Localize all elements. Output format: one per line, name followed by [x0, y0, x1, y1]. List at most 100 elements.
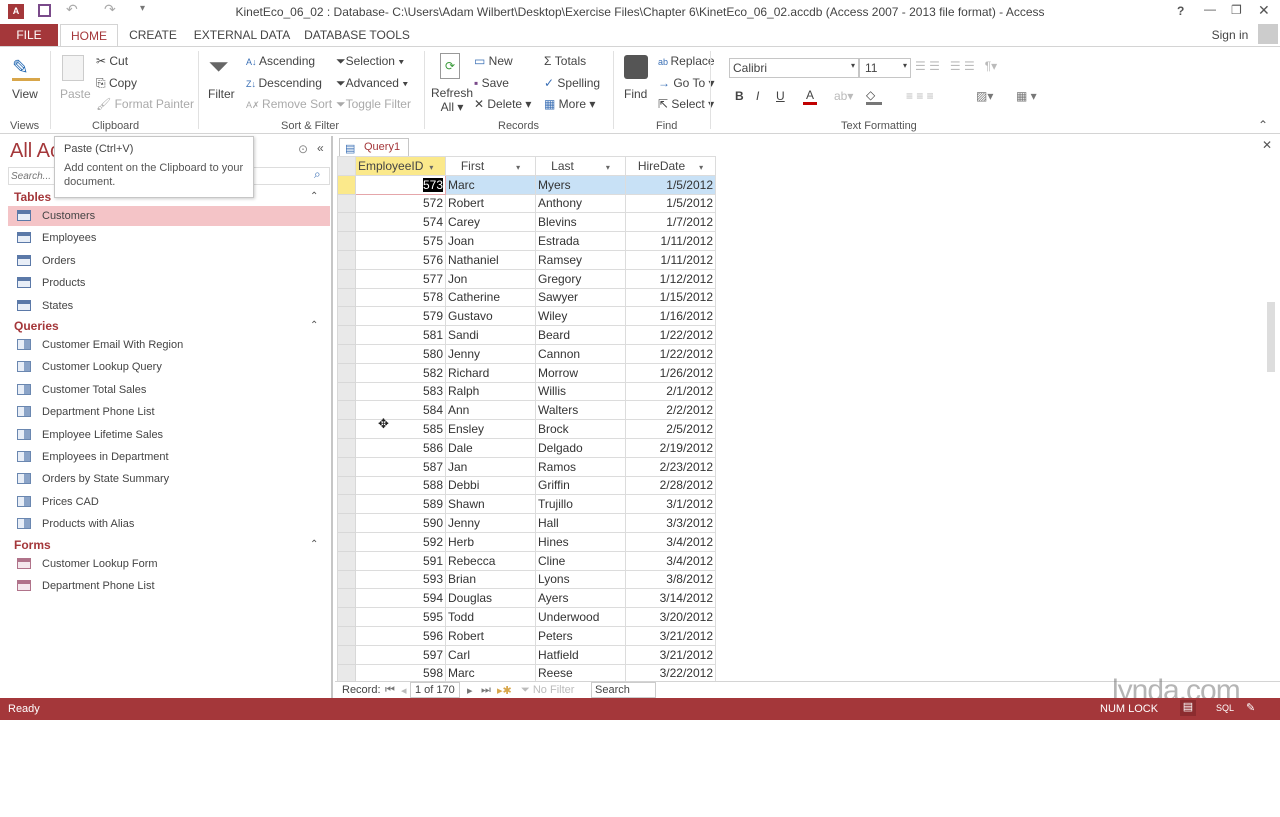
cell-hiredate[interactable]: 2/23/2012: [625, 456, 716, 477]
scroll-thumb[interactable]: [1267, 302, 1275, 372]
cell-first[interactable]: Ralph: [445, 381, 536, 402]
cell-hiredate[interactable]: 2/2/2012: [625, 400, 716, 421]
remove-sort-button[interactable]: A✗ Remove Sort: [246, 97, 332, 111]
table-row[interactable]: 575 Joan Estrada 1/11/2012: [337, 231, 716, 251]
more-button[interactable]: ▦ More ▾: [544, 97, 595, 111]
sign-in-link[interactable]: Sign in: [1205, 24, 1255, 46]
nav-item[interactable]: Customer Total Sales: [8, 380, 330, 400]
cell-last[interactable]: Gregory: [535, 268, 626, 289]
cell-employeeid[interactable]: 597: [355, 644, 446, 665]
cell-hiredate[interactable]: 1/11/2012: [625, 231, 716, 251]
cell-last[interactable]: Hatfield: [535, 644, 626, 665]
nav-section-tables[interactable]: Tables: [14, 190, 51, 204]
tab-database-tools[interactable]: DATABASE TOOLS: [302, 24, 412, 46]
table-row[interactable]: 572 Robert Anthony 1/5/2012: [337, 193, 716, 214]
cell-first[interactable]: Jan: [445, 456, 536, 477]
cell-hiredate[interactable]: 2/28/2012: [625, 475, 716, 496]
cell-last[interactable]: Myers: [535, 174, 626, 195]
alternate-row-color-icon[interactable]: ▦ ▾: [1016, 89, 1037, 103]
cell-first[interactable]: Marc: [445, 663, 536, 684]
cell-first[interactable]: Brian: [445, 569, 536, 590]
cell-employeeid[interactable]: 582: [355, 362, 446, 383]
table-row[interactable]: 583 Ralph Willis 2/1/2012: [337, 381, 716, 402]
fill-color-icon[interactable]: ◇: [866, 88, 882, 105]
delete-record-button[interactable]: ✕ Delete ▾: [474, 97, 531, 111]
goto-button[interactable]: → Go To ▾: [658, 76, 715, 90]
table-row[interactable]: 592 Herb Hines 3/4/2012: [337, 531, 716, 552]
collapse-ribbon-icon[interactable]: ⌃: [1258, 118, 1268, 132]
nav-section-queries[interactable]: Queries: [14, 319, 59, 333]
table-row[interactable]: 576 Nathaniel Ramsey 1/11/2012: [337, 249, 716, 270]
cell-last[interactable]: Beard: [535, 325, 626, 345]
cell-hiredate[interactable]: 2/19/2012: [625, 437, 716, 458]
cell-hiredate[interactable]: 2/5/2012: [625, 419, 716, 439]
column-header-last[interactable]: Last ▾: [535, 156, 626, 176]
nav-item[interactable]: Customers: [8, 206, 330, 226]
cell-hiredate[interactable]: 3/4/2012: [625, 531, 716, 552]
cell-first[interactable]: Shawn: [445, 494, 536, 515]
table-row[interactable]: 574 Carey Blevins 1/7/2012: [337, 212, 716, 233]
search-icon[interactable]: ⌕: [314, 167, 321, 182]
new-blank-record-button[interactable]: ▸✱: [497, 684, 512, 697]
design-view-icon[interactable]: ✎: [1246, 701, 1255, 714]
cell-employeeid[interactable]: 576: [355, 249, 446, 270]
highlight-icon[interactable]: ab▾: [834, 89, 853, 103]
cell-first[interactable]: Ann: [445, 400, 536, 421]
cell-first[interactable]: Joan: [445, 231, 536, 251]
nav-item[interactable]: Employees in Department: [8, 447, 330, 467]
cell-hiredate[interactable]: 3/21/2012: [625, 644, 716, 665]
row-selector[interactable]: [337, 381, 356, 402]
table-row[interactable]: 580 Jenny Cannon 1/22/2012: [337, 343, 716, 364]
cell-employeeid[interactable]: 572: [355, 193, 446, 214]
row-selector[interactable]: [337, 513, 356, 533]
table-row[interactable]: 590 Jenny Hall 3/3/2012: [337, 513, 716, 533]
cell-first[interactable]: Carl: [445, 644, 536, 665]
underline-button[interactable]: U: [776, 89, 785, 103]
cell-hiredate[interactable]: 1/26/2012: [625, 362, 716, 383]
last-record-button[interactable]: ⏭: [481, 684, 491, 697]
cell-hiredate[interactable]: 1/15/2012: [625, 287, 716, 308]
next-record-button[interactable]: ▸: [467, 684, 473, 697]
chevron-down-icon[interactable]: ▾: [516, 163, 520, 172]
view-button[interactable]: View: [12, 87, 38, 101]
descending-button[interactable]: Z↓ Descending: [246, 76, 322, 90]
table-row[interactable]: 596 Robert Peters 3/21/2012: [337, 625, 716, 646]
format-painter-button[interactable]: 🖌 Format Painter: [96, 97, 194, 111]
font-name-select[interactable]: Calibri ▾: [729, 58, 859, 78]
row-selector[interactable]: [337, 644, 356, 665]
column-header-first[interactable]: First ▾: [445, 156, 536, 176]
table-row[interactable]: 573 Marc Myers 1/5/2012: [337, 174, 716, 195]
current-record-input[interactable]: 1 of 170: [410, 682, 460, 698]
cell-employeeid[interactable]: 580: [355, 343, 446, 364]
tab-file[interactable]: FILE: [0, 24, 58, 46]
nav-item[interactable]: States: [8, 296, 330, 316]
nav-item[interactable]: Products with Alias: [8, 514, 330, 534]
cell-last[interactable]: Ramsey: [535, 249, 626, 270]
cell-last[interactable]: Cannon: [535, 343, 626, 364]
cell-hiredate[interactable]: 1/5/2012: [625, 193, 716, 214]
cell-first[interactable]: Catherine: [445, 287, 536, 308]
cell-last[interactable]: Reese: [535, 663, 626, 684]
row-selector[interactable]: [337, 437, 356, 458]
nav-item[interactable]: Customer Email With Region: [8, 335, 330, 355]
cell-first[interactable]: Dale: [445, 437, 536, 458]
cell-last[interactable]: Ayers: [535, 588, 626, 609]
table-row[interactable]: 594 Douglas Ayers 3/14/2012: [337, 588, 716, 609]
cell-last[interactable]: Walters: [535, 400, 626, 421]
table-row[interactable]: 581 Sandi Beard 1/22/2012: [337, 325, 716, 345]
paste-button[interactable]: Paste: [60, 87, 91, 101]
refresh-all-button[interactable]: Refresh All ▾: [431, 86, 473, 114]
cell-last[interactable]: Wiley: [535, 306, 626, 327]
cell-last[interactable]: Underwood: [535, 607, 626, 627]
row-selector[interactable]: [337, 174, 356, 195]
cell-hiredate[interactable]: 1/12/2012: [625, 268, 716, 289]
tab-query1[interactable]: ▤ Query1: [339, 138, 409, 156]
save-record-button[interactable]: ▪ Save: [474, 76, 509, 90]
cell-first[interactable]: Robert: [445, 193, 536, 214]
totals-button[interactable]: Σ Totals: [544, 54, 586, 68]
cell-employeeid[interactable]: 590: [355, 513, 446, 533]
restore-button[interactable]: ❐: [1231, 3, 1242, 17]
cell-last[interactable]: Brock: [535, 419, 626, 439]
cell-first[interactable]: Herb: [445, 531, 536, 552]
cell-first[interactable]: Ensley: [445, 419, 536, 439]
